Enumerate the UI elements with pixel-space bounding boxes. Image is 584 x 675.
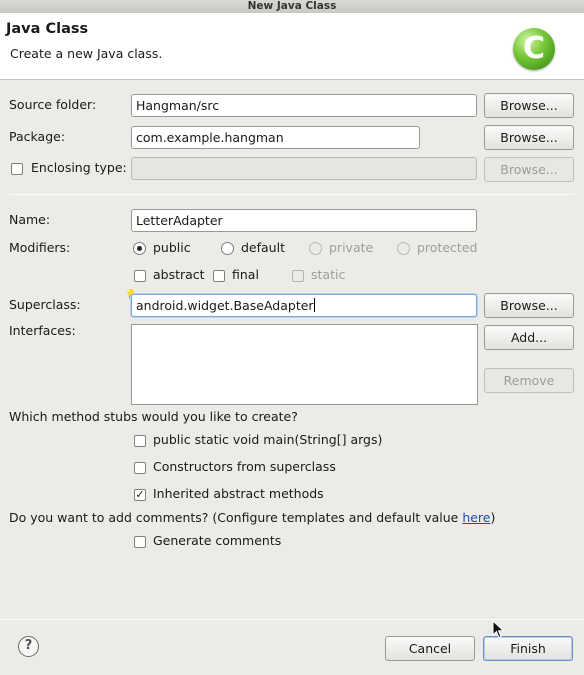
comments-question-text: Do you want to add comments? (Configure … xyxy=(9,510,463,525)
comments-question: Do you want to add comments? (Configure … xyxy=(9,510,495,526)
templates-link[interactable]: here xyxy=(462,510,490,525)
add-interface-button[interactable]: Add... xyxy=(484,325,574,350)
constructors-label: Constructors from superclass xyxy=(153,459,336,474)
final-checkbox-label: final xyxy=(232,267,259,282)
superclass-label: Superclass: xyxy=(9,297,81,312)
name-input[interactable]: LetterAdapter xyxy=(131,209,477,232)
package-browse-button[interactable]: Browse... xyxy=(484,125,574,150)
separator xyxy=(9,194,574,195)
window-title: New Java Class xyxy=(0,0,584,13)
superclass-value: android.widget.BaseAdapter xyxy=(136,298,314,313)
comments-question-close: ) xyxy=(490,510,496,525)
enclosing-type-browse-button: Browse... xyxy=(484,157,574,182)
default-radio[interactable] xyxy=(221,242,234,255)
source-folder-input[interactable]: Hangman/src xyxy=(131,94,477,117)
package-input[interactable]: com.example.hangman xyxy=(131,126,420,149)
superclass-input[interactable]: android.widget.BaseAdapter xyxy=(131,294,477,317)
name-label: Name: xyxy=(9,212,51,227)
main-method-checkbox[interactable] xyxy=(134,435,146,447)
enclosing-type-input xyxy=(131,157,477,180)
default-radio-label: default xyxy=(241,240,285,255)
package-label: Package: xyxy=(9,129,66,144)
enclosing-type-checkbox[interactable] xyxy=(11,163,23,175)
mouse-pointer-icon xyxy=(492,620,505,639)
public-radio-label: public xyxy=(153,240,191,255)
protected-radio xyxy=(397,242,410,255)
inherited-methods-label: Inherited abstract methods xyxy=(153,486,324,501)
constructors-checkbox[interactable] xyxy=(134,462,146,474)
generate-comments-label: Generate comments xyxy=(153,533,282,548)
static-checkbox xyxy=(292,270,304,282)
static-checkbox-label: static xyxy=(311,267,346,282)
remove-interface-button: Remove xyxy=(484,368,574,393)
private-radio xyxy=(309,242,322,255)
enclosing-type-label: Enclosing type: xyxy=(31,160,127,175)
source-folder-label: Source folder: xyxy=(9,97,97,112)
inherited-methods-checkbox[interactable]: ✓ xyxy=(134,489,146,501)
abstract-checkbox-label: abstract xyxy=(153,267,205,282)
superclass-browse-button[interactable]: Browse... xyxy=(484,293,574,318)
text-caret xyxy=(313,298,315,312)
cancel-button[interactable]: Cancel xyxy=(385,636,475,661)
final-checkbox[interactable] xyxy=(213,270,225,282)
modifiers-label: Modifiers: xyxy=(9,240,71,255)
generate-comments-checkbox[interactable] xyxy=(134,536,146,548)
java-class-icon: C xyxy=(513,28,555,70)
public-radio[interactable] xyxy=(133,242,146,255)
protected-radio-label: protected xyxy=(417,240,478,255)
abstract-checkbox[interactable] xyxy=(134,270,146,282)
interfaces-list[interactable] xyxy=(131,324,478,405)
interfaces-label: Interfaces: xyxy=(9,323,76,338)
main-method-label: public static void main(String[] args) xyxy=(153,432,383,447)
private-radio-label: private xyxy=(329,240,374,255)
banner-title: Java Class xyxy=(6,21,89,37)
banner-description: Create a new Java class. xyxy=(10,46,163,61)
help-icon[interactable]: ? xyxy=(18,636,39,657)
source-folder-browse-button[interactable]: Browse... xyxy=(484,93,574,118)
method-stubs-question: Which method stubs would you like to cre… xyxy=(9,409,298,424)
